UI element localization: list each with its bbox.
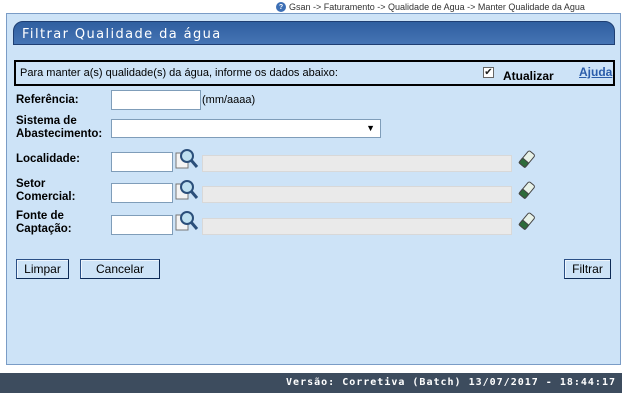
help-link[interactable]: Ajuda (579, 65, 612, 79)
sistema-label: Sistema de Abastecimento: (16, 115, 102, 141)
sistema-select[interactable]: ▼ (111, 119, 381, 138)
fonte-clear-icon[interactable] (515, 210, 539, 232)
fonte-label-line2: Captação: (16, 223, 72, 235)
setor-code-input[interactable] (111, 183, 173, 203)
fonte-label-line1: Fonte de (16, 210, 64, 222)
localidade-code-input[interactable] (111, 152, 173, 172)
localidade-search-icon[interactable] (175, 148, 199, 170)
localidade-description (202, 155, 512, 172)
localidade-label: Localidade: (16, 153, 80, 165)
referencia-input[interactable] (111, 90, 201, 110)
fonte-code-input[interactable] (111, 215, 173, 235)
atualizar-label: Atualizar (503, 69, 554, 83)
breadcrumb: ? Gsan -> Faturamento -> Qualidade de Ag… (276, 1, 585, 13)
sistema-label-line2: Abastecimento: (16, 128, 103, 140)
setor-label: Setor Comercial: (16, 178, 75, 204)
filtrar-button[interactable]: Filtrar (564, 259, 611, 279)
help-icon[interactable]: ? (276, 2, 286, 12)
atualizar-checkbox[interactable]: ✔ (483, 67, 494, 78)
setor-label-line1: Setor (16, 178, 46, 190)
breadcrumb-text: Gsan -> Faturamento -> Qualidade de Agua… (289, 2, 585, 12)
setor-clear-icon[interactable] (515, 179, 539, 201)
fonte-description (202, 218, 512, 235)
setor-label-line2: Comercial: (16, 191, 76, 203)
chevron-down-icon: ▼ (366, 123, 375, 133)
setor-description (202, 186, 512, 203)
fonte-label: Fonte de Captação: (16, 210, 72, 236)
fonte-search-icon[interactable] (175, 210, 199, 232)
info-message: Para manter a(s) qualidade(s) da água, i… (20, 67, 338, 79)
filter-panel: Filtrar Qualidade da água Para manter a(… (6, 13, 621, 365)
panel-title: Filtrar Qualidade da água (13, 21, 615, 45)
sistema-label-line1: Sistema de (16, 115, 77, 127)
localidade-clear-icon[interactable] (515, 148, 539, 170)
info-box: Para manter a(s) qualidade(s) da água, i… (14, 60, 615, 86)
referencia-hint: (mm/aaaa) (202, 94, 256, 106)
version-footer: Versão: Corretiva (Batch) 13/07/2017 - 1… (0, 373, 622, 393)
setor-search-icon[interactable] (175, 179, 199, 201)
referencia-label: Referência: (16, 94, 79, 106)
limpar-button[interactable]: Limpar (16, 259, 69, 279)
cancelar-button[interactable]: Cancelar (80, 259, 160, 279)
